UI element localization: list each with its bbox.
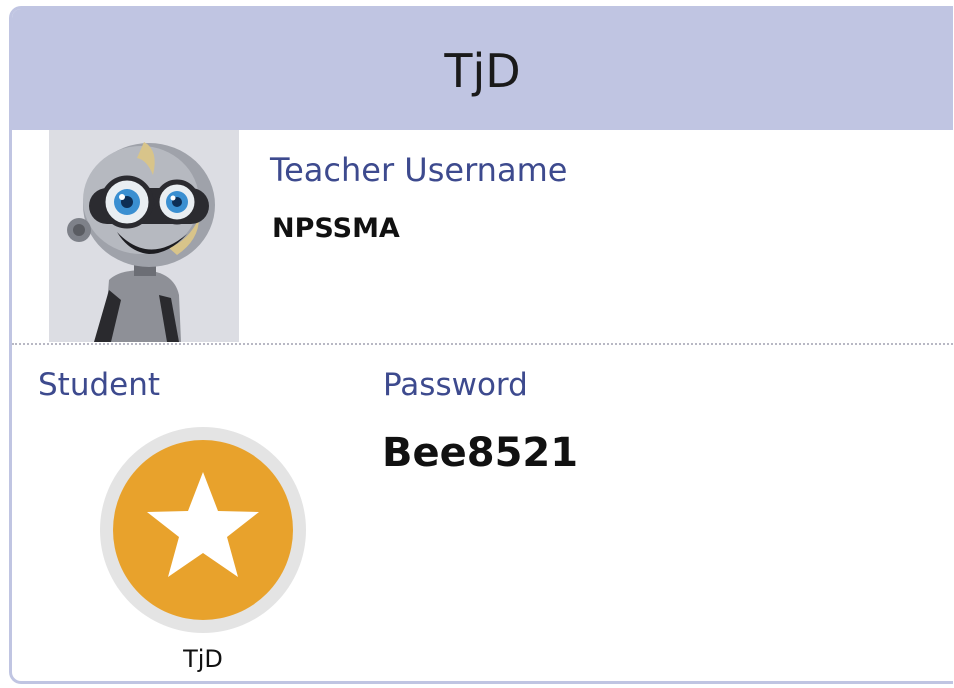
login-card: TjD Teacher Username NPSSMA Student TjD … bbox=[9, 6, 953, 684]
card-title: TjD bbox=[444, 43, 521, 98]
robot-avatar bbox=[49, 130, 239, 342]
teacher-username-label: Teacher Username bbox=[270, 151, 568, 189]
teacher-username-value: NPSSMA bbox=[272, 213, 400, 244]
star-icon bbox=[98, 425, 308, 635]
student-label: Student bbox=[38, 367, 161, 403]
card-header: TjD bbox=[12, 9, 953, 130]
student-name: TjD bbox=[183, 645, 223, 673]
section-divider bbox=[12, 343, 953, 345]
password-label: Password bbox=[383, 367, 528, 403]
password-value: Bee8521 bbox=[382, 430, 579, 476]
